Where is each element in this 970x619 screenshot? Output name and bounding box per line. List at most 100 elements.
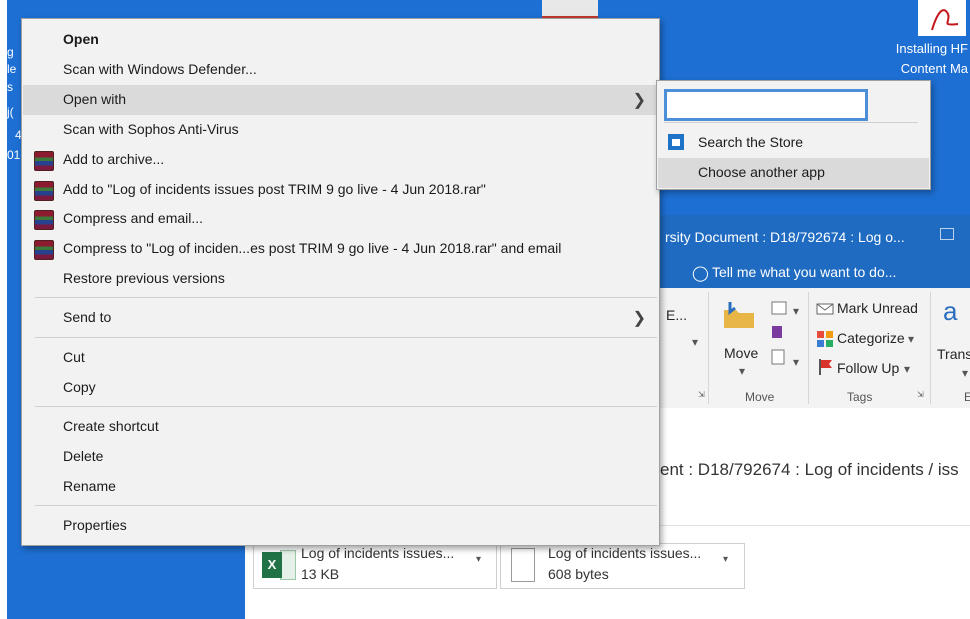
mark-unread-button[interactable]: Mark Unread xyxy=(837,300,918,316)
menu-item-label: Restore previous versions xyxy=(63,270,225,286)
lightbulb-icon: ◯ xyxy=(692,265,709,282)
winrar-icon xyxy=(34,181,54,201)
translate-button[interactable]: Trans xyxy=(937,346,970,362)
desktop-icon-label[interactable]: g xyxy=(7,45,14,59)
desktop-icon-label[interactable]: s xyxy=(7,80,13,94)
rules-icons[interactable] xyxy=(768,298,796,368)
desktop-file-caption[interactable]: Installing HF xyxy=(896,41,968,56)
menu-item-label: Send to xyxy=(63,309,112,325)
menu-item-delete[interactable]: Delete xyxy=(23,442,658,472)
desktop-file-icon[interactable] xyxy=(542,0,598,18)
menu-item-compress-rar-email[interactable]: Compress to "Log of inciden...es post TR… xyxy=(23,234,658,264)
attachment-size: 608 bytes xyxy=(548,566,609,582)
desktop-icon-label[interactable]: 01 xyxy=(7,148,20,162)
attachment-name: Log of incidents issues... xyxy=(301,545,455,561)
group-label-editing: E xyxy=(964,390,970,404)
chevron-down-icon[interactable]: ▾ xyxy=(739,364,745,378)
chevron-down-icon[interactable]: ▾ xyxy=(908,332,914,346)
menu-item-add-to-archive[interactable]: Add to archive... xyxy=(23,145,658,175)
chevron-down-icon[interactable]: ▾ xyxy=(476,554,481,565)
menu-item-create-shortcut[interactable]: Create shortcut xyxy=(23,412,658,442)
move-button[interactable]: Move xyxy=(724,345,758,361)
ribbon-divider xyxy=(808,292,809,404)
dialog-launcher-icon[interactable]: ⇲ xyxy=(917,390,924,399)
desktop-edge xyxy=(0,0,7,619)
menu-item-compress-email[interactable]: Compress and email... xyxy=(23,204,658,234)
chevron-right-icon: ❯ xyxy=(632,310,646,327)
menu-item-label: Add to archive... xyxy=(63,151,165,167)
chevron-down-icon[interactable]: ▾ xyxy=(962,366,968,380)
chevron-down-icon[interactable]: ▾ xyxy=(904,362,910,376)
move-folder-icon[interactable] xyxy=(722,300,756,330)
desktop-icon-label[interactable]: le xyxy=(7,62,16,76)
mark-unread-icon[interactable] xyxy=(816,300,834,316)
menu-item-open-with[interactable]: Open with ❯ xyxy=(23,85,658,115)
menu-item-label: Scan with Sophos Anti-Virus xyxy=(63,121,239,137)
acrobat-logo-icon xyxy=(931,9,959,31)
menu-item-label: Scan with Windows Defender... xyxy=(63,61,257,77)
attachment-file[interactable]: Log of incidents issues... 608 bytes ▾ xyxy=(500,543,745,589)
app-search-field[interactable] xyxy=(664,89,868,121)
menu-item-restore-versions[interactable]: Restore previous versions xyxy=(23,264,658,294)
menu-item-label: Create shortcut xyxy=(63,418,159,434)
chevron-down-icon[interactable]: ▾ xyxy=(793,355,799,369)
context-menu: Open Scan with Windows Defender... Open … xyxy=(21,18,660,546)
desktop-file-caption[interactable]: Content Ma xyxy=(901,61,968,76)
menu-item-label: Choose another app xyxy=(698,164,825,180)
menu-separator xyxy=(35,505,657,506)
flag-icon[interactable] xyxy=(818,358,834,376)
attachment-size: 13 KB xyxy=(301,566,340,582)
tell-me-search[interactable]: Tell me what you want to do... xyxy=(712,264,896,280)
menu-item-label: Compress and email... xyxy=(63,210,204,226)
window-title: rsity Document : D18/792674 : Log o... xyxy=(665,229,905,245)
menu-item-label: Properties xyxy=(63,517,127,533)
dialog-launcher-icon[interactable]: ⇲ xyxy=(698,390,705,399)
chevron-down-icon[interactable]: ▾ xyxy=(723,554,728,565)
menu-item-choose-app[interactable]: Choose another app xyxy=(658,158,929,188)
menu-item-label: Cut xyxy=(63,349,85,365)
excel-icon: X xyxy=(262,552,282,578)
attachment-excel[interactable]: X Log of incidents issues... 13 KB ▾ xyxy=(253,543,497,589)
scroll-down-icon[interactable]: ▾ xyxy=(692,335,698,349)
menu-separator xyxy=(35,406,657,407)
store-icon xyxy=(668,134,684,150)
menu-item-add-to-rar[interactable]: Add to "Log of incidents issues post TRI… xyxy=(23,175,658,205)
menu-item-send-to[interactable]: Send to ❯ xyxy=(23,303,658,333)
menu-item-cut[interactable]: Cut xyxy=(23,343,658,373)
translate-icon[interactable]: a xyxy=(943,296,957,327)
group-label-move: Move xyxy=(745,390,775,404)
categorize-button[interactable]: Categorize xyxy=(837,330,905,346)
ribbon-divider xyxy=(708,292,709,404)
restore-window-icon[interactable] xyxy=(940,228,954,240)
chevron-down-icon[interactable]: ▾ xyxy=(793,304,799,318)
menu-separator xyxy=(664,122,918,123)
ribbon-divider xyxy=(930,292,931,404)
document-icon xyxy=(511,548,535,582)
group-label-tags: Tags xyxy=(847,390,873,404)
pdf-file-icon[interactable] xyxy=(918,0,966,36)
menu-item-label: Delete xyxy=(63,448,104,464)
menu-item-label: Rename xyxy=(63,478,116,494)
menu-item-copy[interactable]: Copy xyxy=(23,373,658,403)
menu-item-rename[interactable]: Rename xyxy=(23,472,658,502)
menu-item-label: Open xyxy=(63,31,99,47)
desktop-icon-label[interactable]: j( xyxy=(7,105,14,119)
menu-separator xyxy=(35,337,657,338)
menu-item-scan-sophos[interactable]: Scan with Sophos Anti-Virus xyxy=(23,115,658,145)
menu-item-label: Add to "Log of incidents issues post TRI… xyxy=(63,181,486,197)
ribbon-partial-item[interactable]: E... xyxy=(666,307,687,323)
menu-item-label: Compress to "Log of inciden...es post TR… xyxy=(63,240,562,256)
menu-item-open[interactable]: Open xyxy=(23,25,658,55)
attachment-name: Log of incidents issues... xyxy=(548,545,702,561)
winrar-icon xyxy=(34,210,54,230)
chevron-right-icon: ❯ xyxy=(632,92,646,109)
message-subject: ent : D18/792674 : Log of incidents / is… xyxy=(660,460,959,479)
menu-item-properties[interactable]: Properties xyxy=(23,511,658,541)
spreadsheet-grid-icon xyxy=(280,550,296,580)
menu-item-label: Search the Store xyxy=(698,134,804,150)
categorize-icon[interactable] xyxy=(816,330,834,348)
menu-item-search-store[interactable]: Search the Store xyxy=(658,128,929,158)
open-with-submenu: Search the Store Choose another app xyxy=(656,80,931,190)
menu-item-scan-defender[interactable]: Scan with Windows Defender... xyxy=(23,55,658,85)
follow-up-button[interactable]: Follow Up xyxy=(837,360,899,376)
